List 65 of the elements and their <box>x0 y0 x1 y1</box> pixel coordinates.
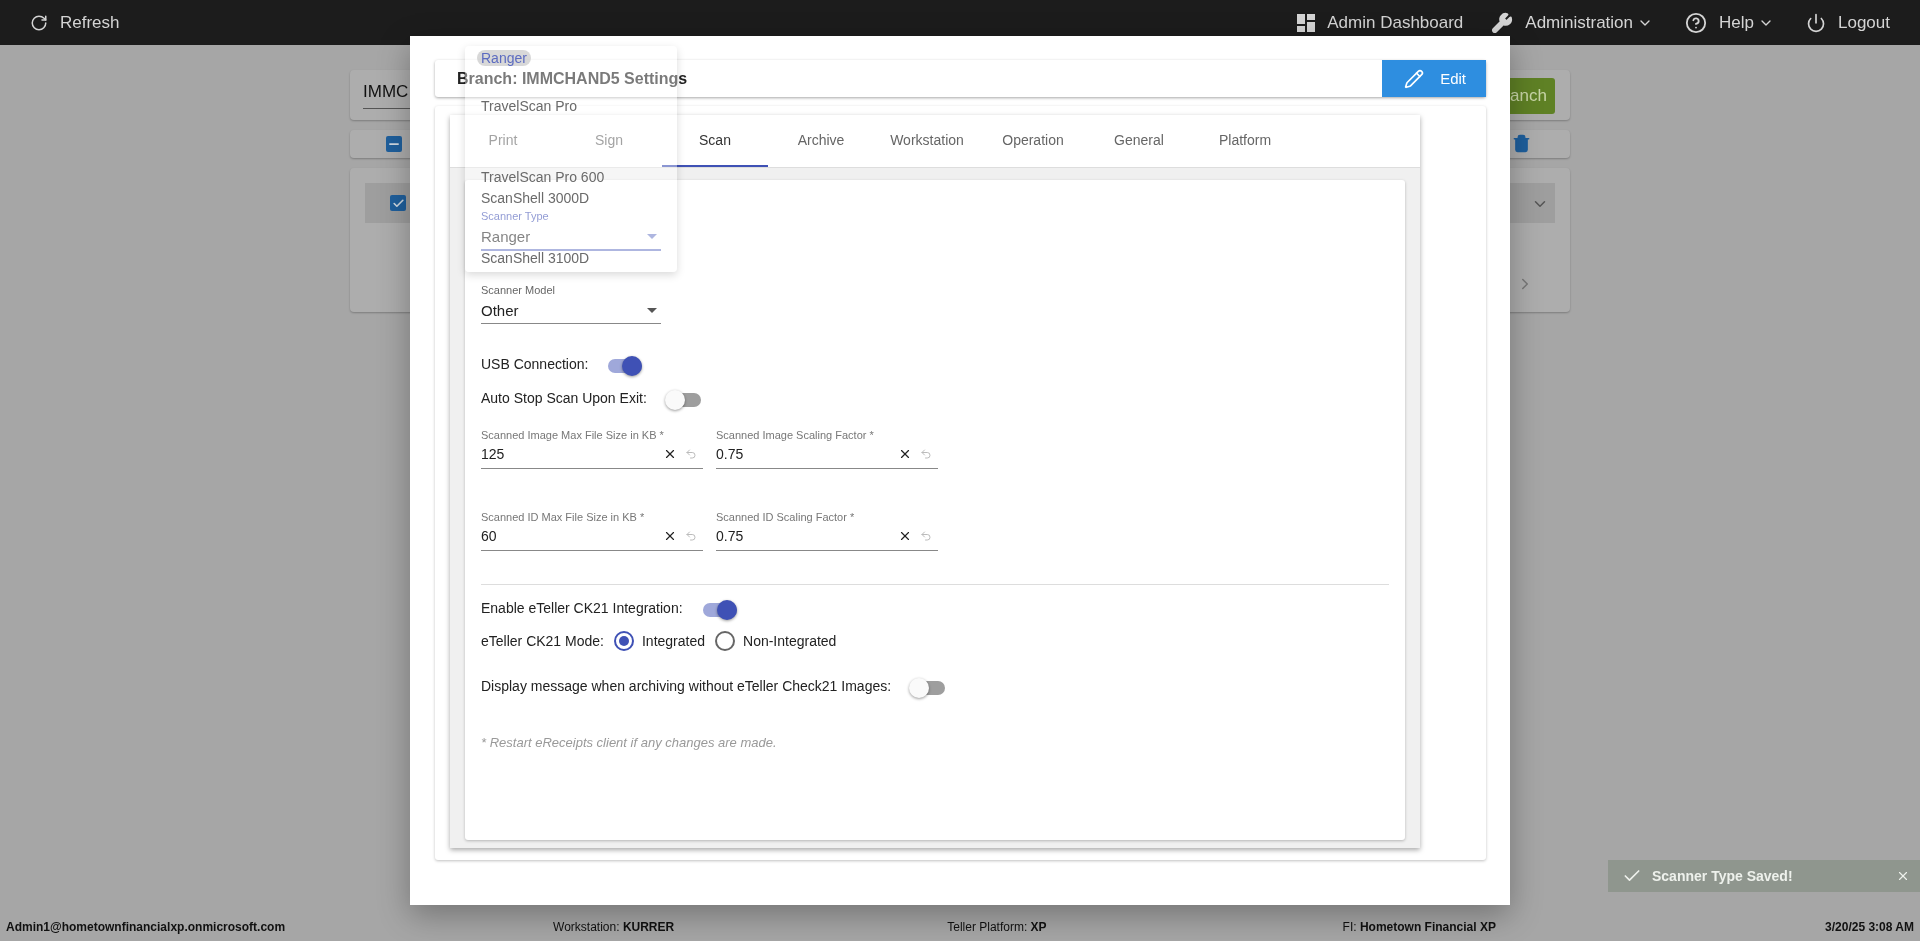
menu-item[interactable]: TravelScan Pro 600 <box>477 169 609 185</box>
tab[interactable]: Platform <box>1192 115 1298 167</box>
menu-item[interactable]: ScanShell 3100D <box>477 250 594 266</box>
toggle-label: USB Connection: <box>481 356 589 372</box>
toggle-switch[interactable] <box>702 603 737 617</box>
refresh-icon <box>30 13 48 32</box>
wrench-icon <box>1491 11 1514 34</box>
power-icon <box>1806 12 1826 33</box>
toggle-switch[interactable] <box>608 359 643 373</box>
help-icon <box>1685 11 1708 34</box>
clear-icon[interactable] <box>898 529 912 543</box>
menu-item[interactable]: TravelScan Pro <box>477 98 581 114</box>
toggle-switch[interactable] <box>666 393 701 407</box>
dashboard-icon <box>1297 13 1316 32</box>
checkbox[interactable] <box>390 195 406 211</box>
check-icon <box>391 196 405 210</box>
status-item: FI: Hometown Financial XP <box>1342 920 1496 934</box>
field-label: Scanned ID Scaling Factor * <box>716 511 856 523</box>
field-label: Scanned Image Max File Size in KB * <box>481 429 665 441</box>
toggle-switch[interactable] <box>911 681 946 695</box>
radio-button[interactable] <box>613 631 634 651</box>
clear-icon[interactable] <box>898 447 912 461</box>
radio-label: Non-Integrated <box>743 633 837 649</box>
status-item: Teller Platform: XP <box>947 920 1047 934</box>
nav-link[interactable]: Admin Dashboard <box>1297 12 1464 33</box>
trash-icon[interactable] <box>1512 134 1531 153</box>
input-field[interactable]: 125 <box>481 441 703 469</box>
pencil-icon <box>1404 68 1425 89</box>
tab[interactable]: Workstation <box>874 115 980 167</box>
select-field[interactable]: Ranger <box>481 222 661 251</box>
nav-link[interactable]: Logout <box>1806 12 1890 33</box>
close-icon[interactable] <box>1896 869 1910 883</box>
toast: Scanner Type Saved! <box>1608 860 1920 892</box>
input-field[interactable]: 0.75 <box>716 523 938 551</box>
edit-button[interactable]: Edit <box>1382 60 1486 97</box>
field-label: Scanned Image Scaling Factor * <box>716 429 875 441</box>
menu-item[interactable]: Ranger <box>477 50 531 66</box>
checkbox[interactable] <box>386 136 402 152</box>
toggle-label: Auto Stop Scan Upon Exit: <box>481 390 647 406</box>
field-label: Scanner Model <box>481 284 556 296</box>
clear-icon[interactable] <box>663 447 677 461</box>
nav-link[interactable]: Help <box>1685 11 1774 34</box>
status-datetime: 3/20/25 3:08 AM <box>1825 920 1914 934</box>
radio-group-label: eTeller CK21 Mode: <box>481 633 604 649</box>
refresh-link[interactable]: Refresh <box>30 12 120 33</box>
menu-item[interactable]: ScanShell 3000D <box>477 190 594 206</box>
radio-label: Integrated <box>641 633 705 649</box>
restart-note: * Restart eReceipts client if any changes are made. <box>481 735 778 750</box>
input-field[interactable]: 60 <box>481 523 703 551</box>
status-item: Workstation: KURRER <box>553 920 675 934</box>
toggle-label: Display message when archiving without eTeller Check21 Images: <box>481 678 892 694</box>
toggle-label: Enable eTeller CK21 Integration: <box>481 600 683 616</box>
nav-link[interactable]: Administration <box>1491 11 1654 34</box>
select-field[interactable]: Other <box>481 296 661 324</box>
tab[interactable]: Operation <box>980 115 1086 167</box>
tab[interactable]: Scan <box>662 115 768 167</box>
dialog-title: Branch: IMMCHAND5 Settings <box>456 69 688 88</box>
radio-button[interactable] <box>715 631 735 651</box>
tab[interactable]: General <box>1086 115 1192 167</box>
input-field[interactable]: 0.75 <box>716 441 938 469</box>
tab[interactable]: Archive <box>768 115 874 167</box>
field-label: Scanner Type <box>481 210 550 222</box>
field-label: Scanned ID Max File Size in KB * <box>481 511 646 523</box>
clear-icon[interactable] <box>663 529 677 543</box>
user-email: Admin1@hometownfinancialxp.onmicrosoft.com <box>6 920 286 934</box>
